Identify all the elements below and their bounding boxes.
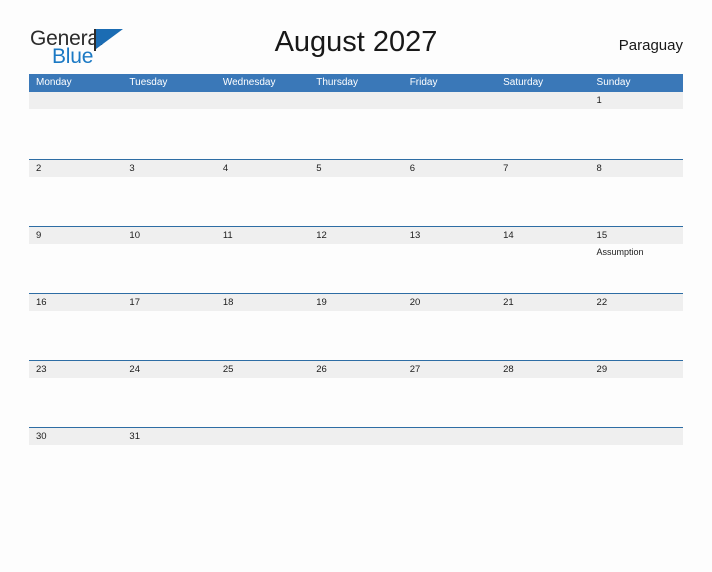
day-number: 1 [596,95,602,106]
day-number: 22 [596,297,608,308]
day-cell[interactable]: 25 [215,361,310,427]
day-cell[interactable]: 26 [309,361,403,427]
day-number: 25 [222,364,234,375]
day-cell[interactable] [589,428,683,494]
day-cell[interactable] [496,92,590,159]
calendar-week-row: 23 24 25 26 27 28 29 [29,360,683,427]
day-cell[interactable]: 13 [402,227,497,293]
day-number: 20 [409,297,421,308]
calendar-page: General Blue August 2027 Paraguay Monday… [0,22,712,572]
day-number: 29 [596,364,608,375]
weekday-header-row: Monday Tuesday Wednesday Thursday Friday… [29,74,683,92]
day-event: Assumption [596,247,644,257]
day-cell[interactable]: 6 [402,160,497,226]
day-number: 9 [36,230,42,241]
day-cell[interactable]: 16 [29,294,123,360]
day-cell[interactable]: 27 [402,361,497,427]
day-number: 3 [129,163,135,174]
calendar-week-row: 1 [29,92,683,159]
day-number: 19 [316,297,327,308]
day-number: 4 [222,163,229,174]
day-number: 30 [36,431,47,442]
day-cell[interactable]: 12 [309,227,403,293]
day-cell[interactable] [496,428,590,494]
day-cell[interactable]: 8 [589,160,683,226]
day-number: 7 [503,163,509,174]
day-number: 2 [36,163,42,174]
day-cell-holiday[interactable]: 15 Assumption [589,227,683,293]
calendar-week-row: 2 3 4 5 6 7 8 [29,159,683,226]
day-cell[interactable] [402,428,497,494]
day-number: 17 [129,297,140,308]
day-cell[interactable] [309,92,403,159]
weekday-saturday: Saturday [503,77,544,88]
day-cell[interactable]: 9 [29,227,123,293]
day-cell[interactable]: 31 [122,428,216,494]
page-title: August 2027 [274,26,438,58]
day-cell[interactable]: 5 [309,160,403,226]
day-cell[interactable]: 1 [589,92,683,159]
day-cell[interactable] [402,92,497,159]
day-cell[interactable]: 18 [215,294,310,360]
day-cell[interactable] [122,92,216,159]
day-cell[interactable]: 30 [29,428,123,494]
day-cell[interactable]: 24 [122,361,216,427]
day-number: 26 [316,364,327,375]
calendar-grid: Monday Tuesday Wednesday Thursday Friday… [29,74,683,494]
day-cell[interactable]: 23 [29,361,123,427]
day-number: 6 [409,163,415,174]
day-number: 13 [409,230,421,241]
day-cell[interactable]: 19 [309,294,403,360]
day-cell[interactable]: 21 [496,294,590,360]
day-cell[interactable]: 17 [122,294,216,360]
calendar-week-row: 9 10 11 12 13 14 15 Assumption [29,226,683,293]
day-number: 18 [222,297,234,308]
day-cell[interactable]: 20 [402,294,497,360]
day-number: 21 [503,297,514,308]
day-cell[interactable] [29,92,123,159]
day-cell[interactable] [215,428,310,494]
day-number: 5 [316,163,322,174]
day-number: 16 [36,297,47,308]
day-cell[interactable] [309,428,403,494]
day-number: 12 [316,230,327,241]
calendar-week-row: 30 31 [29,427,683,494]
day-cell[interactable] [215,92,310,159]
weekday-wednesday: Wednesday [222,77,276,88]
day-cell[interactable]: 28 [496,361,590,427]
weekday-thursday: Thursday [316,77,358,88]
day-cell[interactable]: 10 [122,227,216,293]
weekday-tuesday: Tuesday [129,77,168,88]
day-number: 31 [129,431,140,442]
day-cell[interactable]: 11 [215,227,310,293]
day-cell[interactable]: 29 [589,361,683,427]
weekday-sunday: Sunday [596,77,631,88]
day-number: 11 [222,230,233,241]
page-header: General Blue August 2027 Paraguay [29,22,683,74]
day-number: 28 [503,364,514,375]
day-number: 24 [129,364,140,375]
country-label: Paraguay [618,37,683,54]
day-cell[interactable]: 4 [215,160,310,226]
day-number: 23 [36,364,47,375]
weekday-monday: Monday [36,77,72,88]
day-number: 10 [129,230,140,241]
day-cell[interactable]: 3 [122,160,216,226]
day-cell[interactable]: 7 [496,160,590,226]
day-number: 15 [596,230,608,241]
weekday-friday: Friday [409,77,438,88]
day-cell[interactable]: 14 [496,227,590,293]
day-number: 27 [409,364,421,375]
day-cell[interactable]: 22 [589,294,683,360]
day-number: 14 [503,230,514,241]
day-cell[interactable]: 2 [29,160,123,226]
day-number: 8 [596,163,602,174]
calendar-week-row: 16 17 18 19 20 21 22 [29,293,683,360]
